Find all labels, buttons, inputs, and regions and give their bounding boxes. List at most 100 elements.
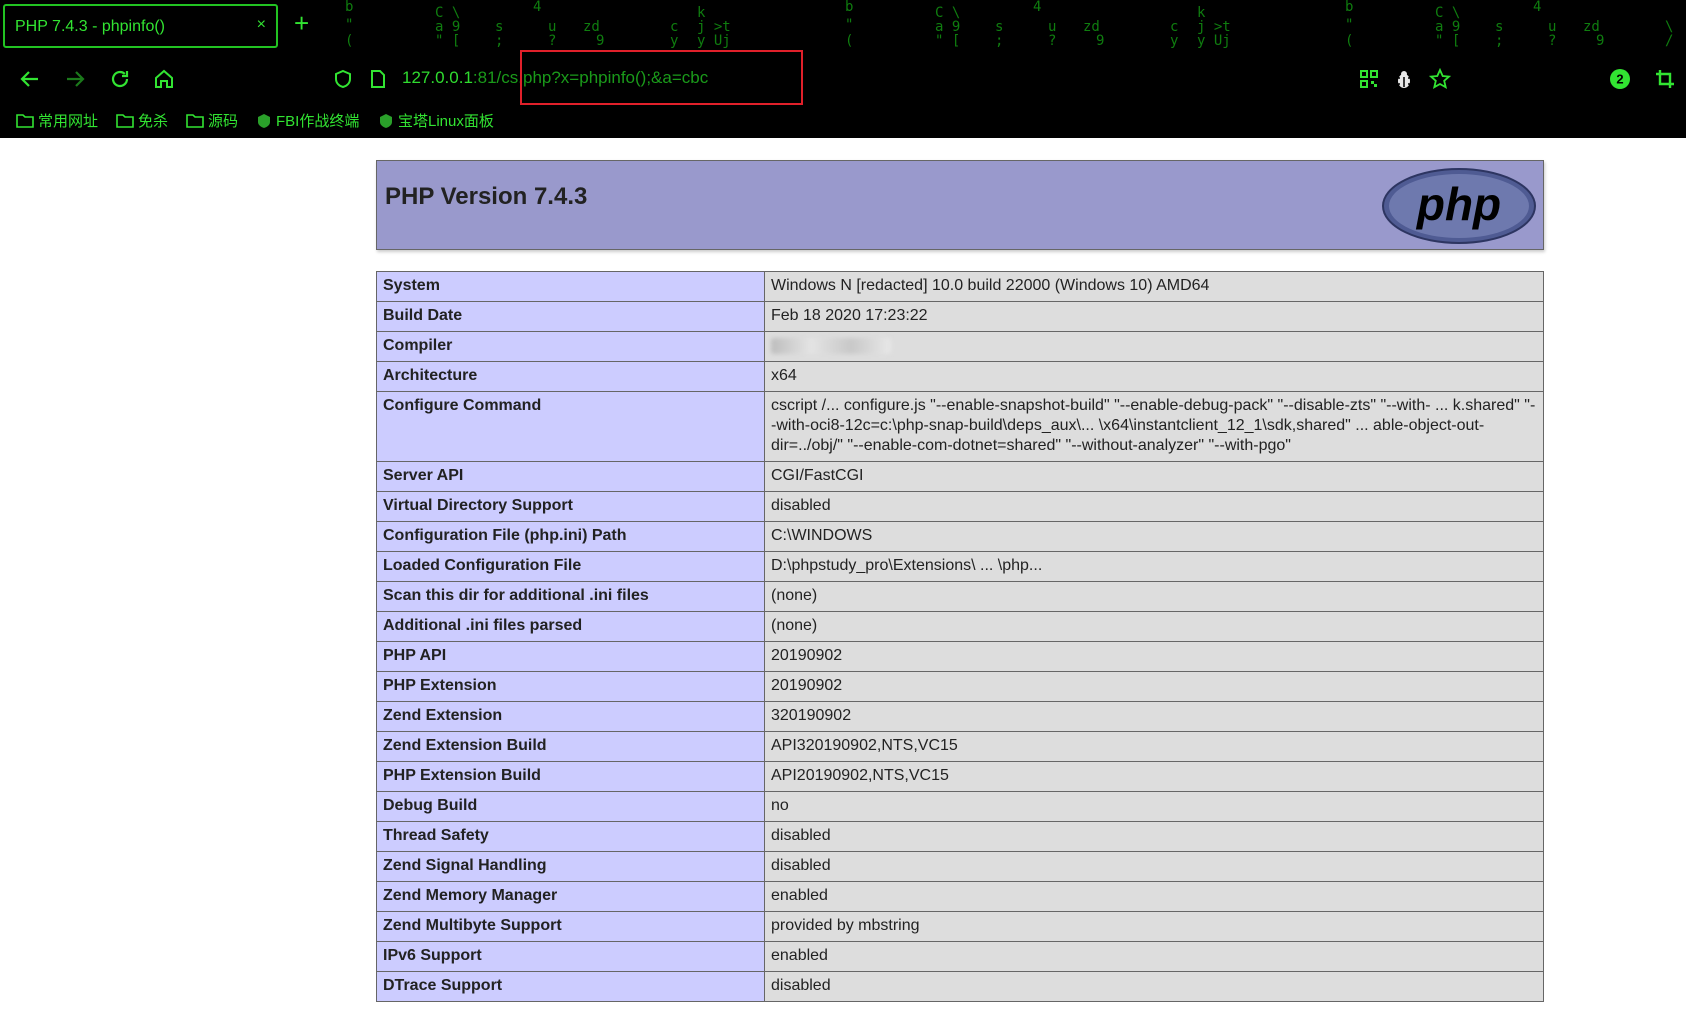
table-row: Zend Signal Handling disabled — [376, 851, 1544, 882]
tab-title: PHP 7.4.3 - phpinfo() — [15, 18, 166, 35]
bookmark-fbi-terminal[interactable]: FBI作战终端 — [256, 110, 359, 131]
notifications-button[interactable]: 2 — [1605, 64, 1635, 94]
crop-button[interactable] — [1650, 64, 1680, 94]
debug-button[interactable] — [1389, 64, 1419, 94]
notification-count: 2 — [1616, 72, 1623, 87]
site-favicon-icon — [380, 113, 392, 128]
notification-badge-icon: 2 — [1610, 69, 1630, 89]
row-label: Compiler — [376, 331, 765, 362]
row-value: disabled — [764, 851, 1544, 882]
qr-code-icon — [1360, 70, 1378, 88]
row-label: Zend Extension Build — [376, 731, 765, 762]
table-row: Configuration File (php.ini) Path C:\WIND… — [376, 521, 1544, 552]
row-label: Configuration File (php.ini) Path — [376, 521, 765, 552]
row-value: disabled — [764, 821, 1544, 852]
row-value: x64 — [764, 361, 1544, 392]
url-highlight-box — [520, 50, 803, 105]
row-label: Zend Extension — [376, 701, 765, 732]
row-label: Server API — [376, 461, 765, 492]
row-label: Virtual Directory Support — [376, 491, 765, 522]
folder-icon — [16, 113, 34, 128]
row-value — [764, 331, 1544, 362]
page-icon — [371, 70, 385, 88]
home-icon — [155, 69, 173, 88]
url-host: 127.0.0.1 — [402, 68, 473, 87]
row-value: (none) — [764, 611, 1544, 642]
shield-icon — [335, 69, 351, 89]
bookmark-star-button[interactable] — [1425, 64, 1455, 94]
bug-icon — [1396, 71, 1412, 88]
bookmark-folder-av-bypass[interactable]: 免杀 — [116, 110, 168, 131]
row-value: API320190902,NTS,VC15 — [764, 731, 1544, 762]
crop-icon — [1656, 70, 1674, 88]
table-row: Zend Multibyte Support provided by mbstri… — [376, 911, 1544, 942]
row-label: Zend Memory Manager — [376, 881, 765, 912]
row-label: Loaded Configuration File — [376, 551, 765, 582]
table-row: Zend Extension 320190902 — [376, 701, 1544, 732]
row-label: Scan this dir for additional .ini files — [376, 581, 765, 612]
row-value: API20190902,NTS,VC15 — [764, 761, 1544, 792]
table-row: IPv6 Support enabled — [376, 941, 1544, 972]
row-value: D:\phpstudy_pro\Extensions\ ... \php... — [764, 551, 1544, 582]
row-value: (none) — [764, 581, 1544, 612]
phpinfo-header: PHP Version 7.4.3 php — [376, 160, 1544, 250]
row-label: DTrace Support — [376, 971, 765, 1002]
qr-code-button[interactable] — [1354, 64, 1384, 94]
tracking-protection-button[interactable] — [328, 64, 358, 94]
table-row: Configure Command cscript /... configure.… — [376, 391, 1544, 462]
row-value: Windows N [redacted] 10.0 build 22000 (W… — [764, 271, 1544, 302]
php-info-table: System Windows N [redacted] 10.0 build 22… — [376, 271, 1544, 1002]
row-label: Architecture — [376, 361, 765, 392]
home-button[interactable] — [149, 64, 179, 94]
table-row: System Windows N [redacted] 10.0 build 22… — [376, 271, 1544, 302]
table-row: Loaded Configuration File D:\phpstudy_pro… — [376, 551, 1544, 582]
new-tab-button[interactable]: + — [294, 8, 309, 39]
row-value: no — [764, 791, 1544, 822]
bookmark-baota-panel[interactable]: 宝塔Linux面板 — [378, 110, 494, 131]
table-row: Debug Build no — [376, 791, 1544, 822]
row-label: PHP Extension — [376, 671, 765, 702]
php-logo: php — [1382, 168, 1536, 244]
page-title: PHP Version 7.4.3 — [385, 183, 588, 210]
row-label: PHP API — [376, 641, 765, 672]
reload-icon — [111, 70, 129, 88]
forward-arrow-icon — [67, 71, 85, 87]
table-row: Zend Memory Manager enabled — [376, 881, 1544, 912]
table-row: DTrace Support disabled — [376, 971, 1544, 1002]
reload-button[interactable] — [105, 64, 135, 94]
back-arrow-icon — [20, 71, 38, 87]
row-value: Feb 18 2020 17:23:22 — [764, 301, 1544, 332]
row-label: Zend Signal Handling — [376, 851, 765, 882]
folder-icon — [186, 113, 204, 128]
tab-active[interactable]: PHP 7.4.3 - phpinfo() × — [3, 4, 278, 48]
row-label: IPv6 Support — [376, 941, 765, 972]
row-label: Thread Safety — [376, 821, 765, 852]
bookmark-folder-common[interactable]: 常用网址 — [16, 110, 98, 131]
back-button[interactable] — [15, 64, 45, 94]
row-value: enabled — [764, 881, 1544, 912]
row-value: cscript /... configure.js "--enable-snap… — [764, 391, 1544, 462]
page-info-button[interactable] — [363, 64, 393, 94]
row-value: disabled — [764, 971, 1544, 1002]
forward-button[interactable] — [60, 64, 90, 94]
row-value: 320190902 — [764, 701, 1544, 732]
php-logo-text: php — [1415, 178, 1501, 230]
bookmark-folder-source[interactable]: 源码 — [186, 110, 238, 131]
table-row: PHP Extension Build API20190902,NTS,VC15 — [376, 761, 1544, 792]
row-value: CGI/FastCGI — [764, 461, 1544, 492]
table-row: Thread Safety disabled — [376, 821, 1544, 852]
row-label: Additional .ini files parsed — [376, 611, 765, 642]
bookmark-label: 源码 — [208, 113, 239, 130]
row-value: 20190902 — [764, 641, 1544, 672]
bookmark-label: 免杀 — [138, 113, 169, 130]
row-label: System — [376, 271, 765, 302]
tab-close-icon[interactable]: × — [257, 16, 266, 34]
table-row: PHP Extension 20190902 — [376, 671, 1544, 702]
row-value: 20190902 — [764, 671, 1544, 702]
star-icon — [1429, 68, 1451, 89]
site-favicon-icon — [258, 113, 270, 128]
bookmark-label: 常用网址 — [38, 113, 99, 130]
bookmark-label: FBI作战终端 — [276, 113, 360, 130]
table-row: Scan this dir for additional .ini files(… — [376, 581, 1544, 612]
row-label: PHP Extension Build — [376, 761, 765, 792]
